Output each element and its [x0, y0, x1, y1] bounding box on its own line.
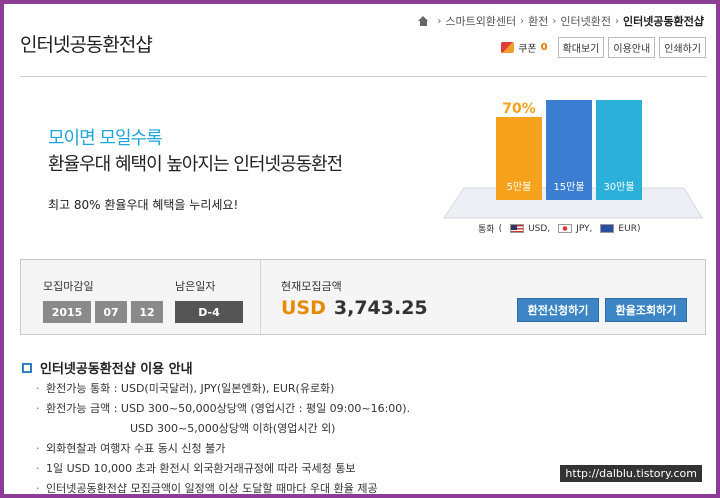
breadcrumb: › 스마트외환센터 › 환전 › 인터넷환전 › 인터넷공동환전샵	[418, 13, 704, 29]
legend-open: (	[498, 223, 503, 234]
remaining-days: D-4	[175, 301, 243, 323]
list-item: 환전가능 통화 : USD(미국달러), JPY(일본엔화), EUR(유로화)	[36, 379, 686, 399]
deadline-year: 2015	[43, 301, 91, 323]
current-amount-label: 현재모집금액	[281, 280, 342, 293]
legend-usd: USD,	[528, 223, 551, 234]
watermark: http://dalblu.tistory.com	[560, 465, 702, 482]
chevron-right-icon: ›	[552, 15, 557, 27]
page-frame: 인터넷공동환전샵 › 스마트외환센터 › 환전 › 인터넷환전 › 인터넷공동환…	[4, 4, 716, 494]
deadline-label: 모집마감일	[43, 280, 94, 293]
deadline-panel: 모집마감일 남은일자 2015 07 12 D-4	[21, 260, 261, 334]
banner-subheadline: 환율우대 혜택이 높아지는 인터넷공동환전	[48, 154, 343, 175]
chevron-right-icon: ›	[615, 15, 620, 27]
legend-title: 통화	[478, 225, 495, 235]
home-icon[interactable]	[418, 16, 429, 26]
coupon-link[interactable]: 쿠폰 0	[501, 40, 548, 55]
apply-exchange-button[interactable]: 환전신청하기	[517, 298, 599, 322]
chart-category-label: 15만불	[553, 181, 584, 193]
legend-jpy: JPY,	[576, 223, 593, 234]
banner-caption: 최고 80% 환율우대 혜택을 누리세요!	[48, 198, 239, 212]
legend-eur: EUR)	[618, 223, 641, 234]
list-item: USD 300~5,000상당액 이하(영업시간 외)	[130, 422, 336, 435]
list-item: 환전가능 금액 : USD 300~50,000상당액 (영업시간 : 평일 0…	[36, 399, 686, 419]
breadcrumb-item[interactable]: 환전	[528, 13, 548, 29]
coupon-label: 쿠폰	[518, 44, 537, 55]
page-title: 인터넷공동환전샵	[20, 34, 153, 56]
chart-category-label: 5만불	[507, 181, 532, 193]
coupon-icon	[501, 42, 515, 53]
chart-value-label: 70%	[502, 101, 536, 117]
breadcrumb-item[interactable]: 스마트외환센터	[445, 13, 516, 29]
breadcrumb-item[interactable]: 인터넷환전	[560, 13, 611, 29]
guide-title: 인터넷공동환전샵 이용 안내	[22, 358, 193, 377]
chart-legend: 통화 ( USD, JPY, EUR)	[478, 222, 641, 236]
remaining-label: 남은일자	[175, 280, 216, 293]
eu-flag-icon	[600, 224, 615, 233]
current-amount: USD 3,743.25	[281, 297, 428, 319]
guide-button[interactable]: 이용안내	[608, 37, 656, 58]
chevron-right-icon: ›	[437, 15, 442, 27]
us-flag-icon	[510, 224, 525, 233]
jp-flag-icon	[558, 224, 573, 233]
breadcrumb-current: 인터넷공동환전샵	[623, 15, 704, 28]
print-button[interactable]: 인쇄하기	[659, 37, 706, 58]
coupon-count: 0	[540, 42, 548, 53]
square-bullet-icon	[22, 362, 32, 373]
chart-category-label: 30만불	[603, 181, 634, 193]
header-divider	[20, 76, 706, 77]
rate-chart: 5만불70%15만불75%30만불80%	[443, 100, 703, 219]
zoom-button[interactable]: 확대보기	[557, 37, 605, 58]
recruit-info-box: 모집마감일 남은일자 2015 07 12 D-4 현재모집금액 USD 3,74…	[20, 259, 706, 335]
deadline-month: 07	[95, 301, 127, 323]
guide-title-text: 인터넷공동환전샵 이용 안내	[40, 362, 193, 377]
rate-inquiry-button[interactable]: 환율조회하기	[605, 298, 687, 322]
chevron-right-icon: ›	[520, 15, 525, 27]
toolbar: 쿠폰 0 확대보기 이용안내 인쇄하기	[501, 37, 706, 58]
deadline-day: 12	[131, 301, 163, 323]
currency-code: USD	[281, 297, 326, 319]
list-item: 외화현찰과 여행자 수표 동시 신청 불가	[36, 439, 686, 459]
banner-headline: 모이면 모일수록	[48, 128, 163, 149]
amount-value: 3,743.25	[333, 297, 428, 319]
